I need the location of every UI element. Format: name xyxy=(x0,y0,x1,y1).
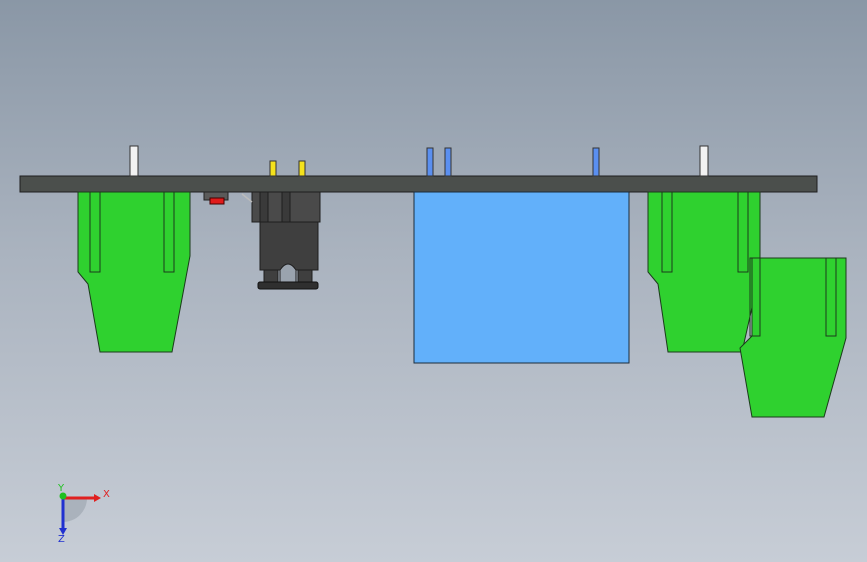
blue-module[interactable] xyxy=(413,191,630,364)
yellow-pin-2[interactable] xyxy=(298,160,306,177)
blue-pin-3[interactable] xyxy=(592,147,600,177)
white-pin-right[interactable] xyxy=(699,145,709,177)
white-pin-left[interactable] xyxy=(129,145,139,177)
cad-viewport[interactable]: X Y Z xyxy=(0,0,867,562)
green-connector-right[interactable] xyxy=(647,191,761,353)
indicator-led[interactable] xyxy=(203,191,229,205)
mounting-plate[interactable] xyxy=(19,175,818,193)
green-connector-left[interactable] xyxy=(77,191,191,353)
green-connector-offset[interactable] xyxy=(739,257,847,418)
relay-component[interactable] xyxy=(241,191,321,290)
z-axis-label: Z xyxy=(58,534,65,545)
blue-pin-2[interactable] xyxy=(444,147,452,177)
x-axis-label: X xyxy=(103,489,110,500)
yellow-pin-1[interactable] xyxy=(269,160,277,177)
blue-pin-1[interactable] xyxy=(426,147,434,177)
top-pins xyxy=(129,145,709,177)
y-axis-label: Y xyxy=(57,483,65,494)
assembly-scene: X Y Z xyxy=(19,145,847,545)
axis-triad-icon: X Y Z xyxy=(57,483,110,545)
